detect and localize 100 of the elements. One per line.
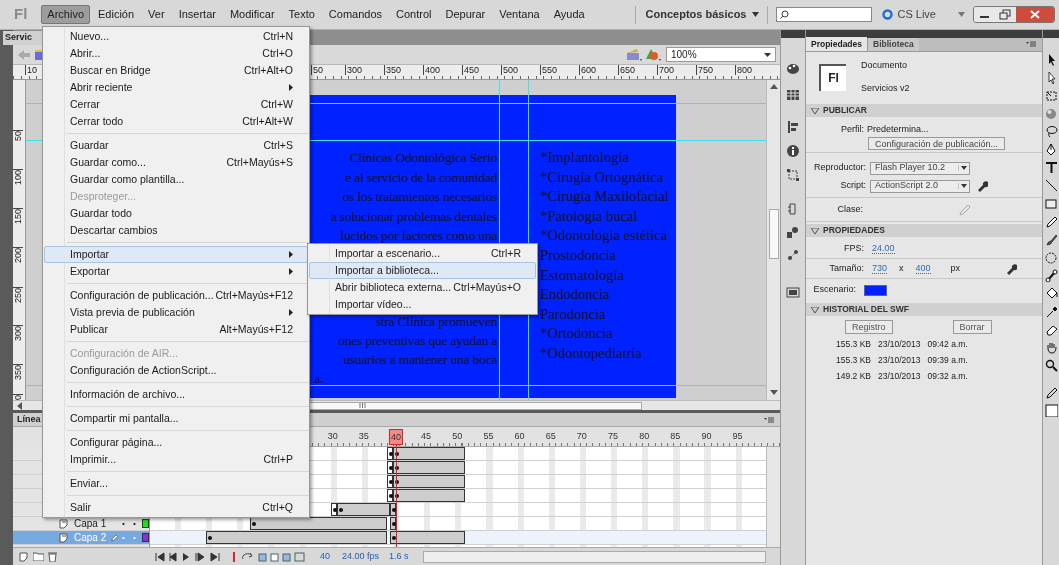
search-field[interactable] <box>776 7 873 22</box>
eyedropper-icon[interactable] <box>1044 305 1058 318</box>
rectangle-tool-icon[interactable] <box>1044 197 1058 210</box>
menu-item[interactable]: Salir Ctrl+Q <box>44 499 308 516</box>
frame-number[interactable]: 95 <box>731 430 744 442</box>
menu-item[interactable]: Compartir mi pantalla... <box>44 410 308 427</box>
restore-icon[interactable] <box>995 7 1016 22</box>
paint-bucket-icon[interactable] <box>1044 287 1058 300</box>
menu-item[interactable]: Descartar cambios <box>44 222 308 239</box>
swatches-grid-icon[interactable] <box>786 88 800 102</box>
menu-item[interactable]: Configuración de ActionScript... <box>44 362 308 379</box>
stage-color-swatch[interactable] <box>864 284 887 296</box>
menu-item[interactable]: Abrir reciente <box>44 79 308 96</box>
panel-menu-icon[interactable] <box>1026 41 1036 47</box>
cs-live-link[interactable]: CS Live <box>897 6 936 23</box>
loop-icon[interactable] <box>241 551 254 562</box>
scroll-left-icon[interactable] <box>16 401 22 410</box>
scroll-down-icon[interactable] <box>769 390 778 396</box>
workspace-switcher[interactable]: Conceptos básicos <box>645 6 760 23</box>
frame-number[interactable]: 45 <box>420 430 433 442</box>
lasso-icon[interactable] <box>1044 125 1058 138</box>
menu-item[interactable]: Publicar Alt+Mayús+F12 <box>44 321 308 338</box>
brush-icon[interactable] <box>1044 233 1058 246</box>
sphere-icon[interactable] <box>1044 107 1058 120</box>
width-value[interactable]: 730 <box>872 263 888 274</box>
pencil-icon[interactable] <box>1044 215 1058 228</box>
onion-skin-icon[interactable] <box>258 551 308 562</box>
panel-menu-icon[interactable] <box>764 416 774 423</box>
menu-bar-item[interactable]: Ventana <box>493 5 546 24</box>
menu-item[interactable]: Guardar Ctrl+S <box>44 137 308 154</box>
fill-color-icon[interactable] <box>1044 404 1058 417</box>
menu-item[interactable]: Cerrar Ctrl+W <box>44 96 308 113</box>
menu-item[interactable]: Buscar en Bridge Ctrl+Alt+O <box>44 62 308 79</box>
history-button[interactable]: Registro <box>845 320 893 334</box>
line-tool-icon[interactable] <box>1044 179 1058 192</box>
frame-number[interactable]: 55 <box>482 430 495 442</box>
menu-bar-item[interactable]: Texto <box>282 5 321 24</box>
trash-icon[interactable] <box>48 551 57 562</box>
transform-icon[interactable] <box>786 168 800 182</box>
frame-number[interactable]: 75 <box>607 430 620 442</box>
menu-bar-item[interactable]: Comandos <box>322 5 389 24</box>
bone-icon[interactable] <box>1044 269 1058 282</box>
pen-tool-icon[interactable] <box>1044 143 1058 156</box>
menu-item[interactable]: Exportar <box>44 263 308 280</box>
frame-number[interactable]: 70 <box>575 430 588 442</box>
zoom-dropdown[interactable]: 100% <box>666 47 776 62</box>
outline-color-swatch[interactable] <box>141 519 149 528</box>
publish-settings-button[interactable]: Configuración de publicación... <box>868 136 1006 150</box>
folder-icon[interactable] <box>33 552 44 561</box>
menu-item[interactable]: Configurar página... <box>44 434 308 451</box>
frame-number[interactable]: 85 <box>669 430 682 442</box>
section-header[interactable]: PUBLICAR <box>823 104 867 117</box>
menu-bar-item[interactable]: Ver <box>142 5 171 24</box>
menu-item[interactable]: Vista previa de publicación <box>44 304 308 321</box>
hand-icon[interactable] <box>1044 341 1058 354</box>
frame-number[interactable]: 60 <box>513 430 526 442</box>
collapse-triangle-icon[interactable] <box>811 306 819 313</box>
menu-item[interactable]: Guardar como... Ctrl+Mayús+S <box>44 154 308 171</box>
panel-tab[interactable]: Biblioteca <box>867 38 919 51</box>
dropdown[interactable]: ActionScript 2.0 <box>870 179 970 193</box>
scroll-up-icon[interactable] <box>769 83 778 89</box>
minimize-icon[interactable] <box>974 7 995 22</box>
history-button[interactable]: Borrar <box>952 320 992 334</box>
stroke-color-icon[interactable] <box>1044 386 1058 399</box>
menu-item[interactable]: Guardar todo <box>44 205 308 222</box>
panel-tab[interactable]: Propiedades <box>806 37 868 51</box>
new-layer-icon[interactable] <box>19 551 29 562</box>
shapes-icon[interactable] <box>645 48 662 61</box>
zoom-icon[interactable] <box>1044 359 1058 372</box>
align-icon[interactable] <box>786 120 800 134</box>
menu-item[interactable]: Guardar como plantilla... <box>44 171 308 188</box>
frame-number[interactable]: 90 <box>700 430 713 442</box>
outline-color-swatch[interactable] <box>141 533 149 542</box>
free-transform-icon[interactable] <box>1044 89 1058 102</box>
close-icon[interactable] <box>1016 7 1054 22</box>
scrollbar-track[interactable] <box>422 550 766 563</box>
menu-bar-item[interactable]: Ayuda <box>547 5 591 24</box>
frame-number[interactable]: 30 <box>326 430 339 442</box>
menu-bar-item[interactable]: Insertar <box>172 5 222 24</box>
eraser-icon[interactable] <box>1044 323 1058 336</box>
scrollbar-track[interactable] <box>766 447 780 547</box>
frame-number[interactable]: 40 <box>388 429 403 445</box>
motion-icon[interactable] <box>786 248 800 262</box>
height-value[interactable]: 400 <box>915 263 931 274</box>
text-tool-icon[interactable] <box>1044 161 1058 174</box>
menu-bar-item[interactable]: Depurar <box>439 5 492 24</box>
frame-number[interactable]: 50 <box>451 430 464 442</box>
wrench-icon[interactable] <box>1005 262 1018 275</box>
fps-value[interactable]: 24.00 <box>872 243 895 254</box>
info-icon[interactable] <box>786 144 800 158</box>
components-icon[interactable] <box>786 226 800 240</box>
marker-icon[interactable] <box>231 551 237 562</box>
menu-item[interactable]: Información de archivo... <box>44 386 308 403</box>
menu-item[interactable]: Configuración de publicación... Ctrl+Mayús+F12 <box>44 287 308 304</box>
menu-bar-item[interactable]: Archivo <box>41 5 91 24</box>
palette-icon[interactable] <box>786 62 800 76</box>
frame-number[interactable]: 65 <box>544 430 557 442</box>
dropdown[interactable]: Flash Player 10.2 <box>870 161 970 175</box>
panel-header-bar[interactable] <box>806 30 1042 38</box>
document-tab[interactable]: Servic <box>3 31 43 45</box>
